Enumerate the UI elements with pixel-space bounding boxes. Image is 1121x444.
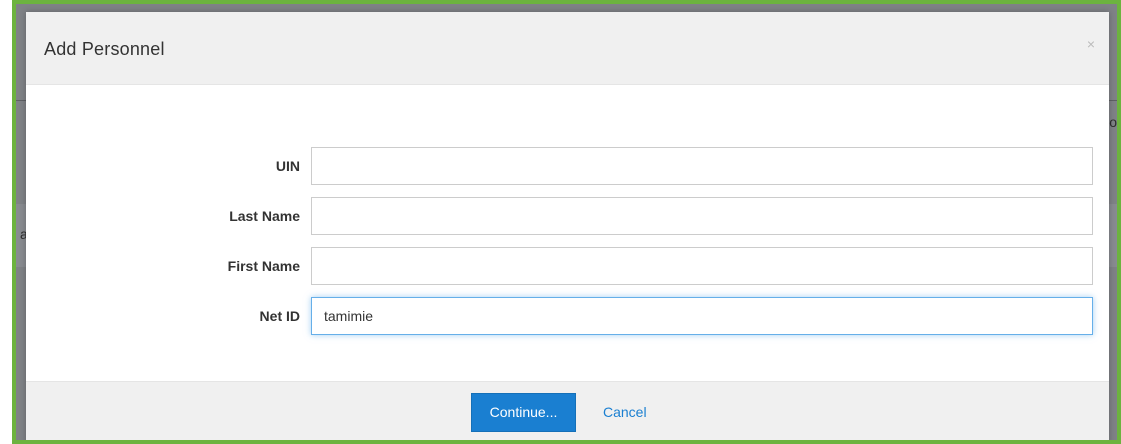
close-icon[interactable]: ×: [1087, 37, 1095, 51]
cancel-link[interactable]: Cancel: [603, 404, 647, 420]
first-name-label: First Name: [227, 258, 300, 274]
background-partial-text: o: [1109, 114, 1117, 130]
form-row-uin: UIN: [26, 147, 1109, 185]
dialog-header: Add Personnel ×: [26, 12, 1109, 85]
net-id-label: Net ID: [259, 308, 300, 324]
form-row-first-name: First Name: [26, 247, 1109, 285]
dialog-footer: Continue... Cancel: [26, 381, 1109, 440]
first-name-input[interactable]: [311, 247, 1093, 285]
continue-button[interactable]: Continue...: [471, 393, 576, 432]
last-name-label: Last Name: [229, 208, 300, 224]
screenshot-frame: a o Add Personnel × UIN Last Name First …: [12, 0, 1121, 444]
net-id-input[interactable]: [311, 297, 1093, 335]
form-row-last-name: Last Name: [26, 197, 1109, 235]
dialog-body: UIN Last Name First Name Net ID: [26, 85, 1109, 381]
uin-label: UIN: [275, 158, 300, 174]
dialog-title: Add Personnel: [44, 39, 165, 59]
last-name-input[interactable]: [311, 197, 1093, 235]
form-row-net-id: Net ID: [26, 297, 1109, 335]
uin-input[interactable]: [311, 147, 1093, 185]
add-personnel-dialog: Add Personnel × UIN Last Name First Name…: [26, 12, 1109, 440]
